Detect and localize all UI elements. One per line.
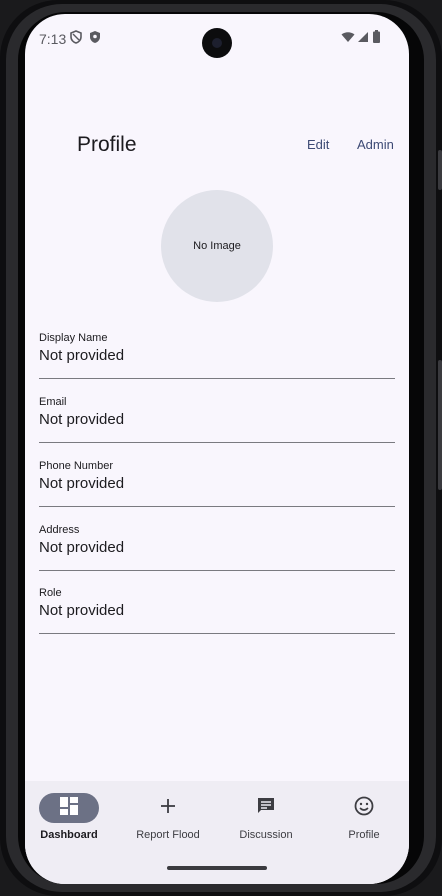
field-label: Address (39, 524, 80, 536)
plus-icon (160, 798, 176, 819)
nav-item-report-flood[interactable]: Report Flood (124, 793, 220, 847)
status-time: 7:13 (39, 31, 67, 47)
page-title: Profile (77, 133, 137, 156)
nav-icon-container (334, 793, 394, 823)
wifi-icon (341, 30, 355, 48)
smiley-icon (354, 796, 374, 821)
home-indicator[interactable] (167, 866, 267, 870)
nav-icon-container (138, 793, 198, 823)
side-button-upper (438, 150, 442, 190)
avatar-placeholder-text: No Image (193, 240, 241, 252)
field-label: Phone Number (39, 460, 113, 472)
field-label: Role (39, 587, 62, 599)
vpn-shield-icon (70, 30, 82, 49)
admin-button[interactable]: Admin (357, 137, 394, 152)
display-name-field: Display Name Not provided (39, 332, 395, 379)
cellular-signal-icon (357, 30, 369, 48)
nav-icon-container (236, 793, 296, 823)
field-value: Not provided (39, 475, 125, 492)
app-screen: 7:13 Profile Edit Admin No Image Display… (25, 14, 409, 884)
nav-label-dashboard: Dashboard (40, 829, 98, 841)
nav-active-indicator (39, 793, 99, 823)
phone-number-field: Phone Number Not provided (39, 460, 395, 507)
battery-icon (373, 30, 380, 48)
field-label: Email (39, 396, 67, 408)
nav-label-report-flood: Report Flood (136, 829, 200, 841)
dashboard-icon (60, 796, 78, 820)
chat-icon (256, 796, 276, 821)
nav-item-dashboard[interactable]: Dashboard (25, 793, 121, 847)
address-field: Address Not provided (39, 524, 395, 571)
nav-label-profile: Profile (348, 829, 380, 841)
phone-device: 7:13 Profile Edit Admin No Image Display… (0, 0, 442, 896)
top-app-bar: Profile Edit Admin (25, 126, 409, 166)
avatar[interactable]: No Image (161, 190, 273, 302)
security-shield-icon (89, 30, 101, 49)
nav-item-profile[interactable]: Profile (320, 793, 409, 847)
field-value: Not provided (39, 602, 125, 619)
email-field: Email Not provided (39, 396, 395, 443)
front-camera (202, 28, 232, 58)
field-value: Not provided (39, 411, 125, 428)
side-button-lower (438, 360, 442, 490)
edit-button[interactable]: Edit (307, 137, 329, 152)
role-field: Role Not provided (39, 587, 395, 634)
nav-item-discussion[interactable]: Discussion (222, 793, 318, 847)
status-bar: 7:13 (25, 14, 409, 62)
field-value: Not provided (39, 347, 125, 364)
nav-label-discussion: Discussion (239, 829, 293, 841)
field-value: Not provided (39, 539, 125, 556)
field-label: Display Name (39, 332, 108, 344)
